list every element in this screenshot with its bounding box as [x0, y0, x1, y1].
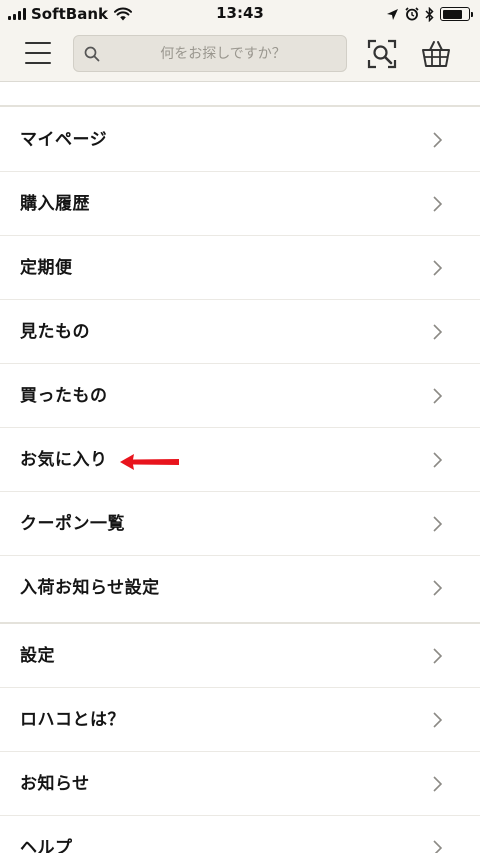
menu-item-label: クーポン一覧 — [20, 514, 125, 534]
status-right — [386, 4, 473, 24]
chevron-right-icon — [433, 776, 442, 792]
chevron-right-icon — [433, 840, 442, 853]
menu-item-label: 設定 — [20, 646, 55, 666]
chevron-right-icon — [433, 712, 442, 728]
menu-item-help[interactable]: ヘルプ — [0, 816, 480, 853]
chevron-right-icon — [433, 452, 442, 468]
status-bar: SoftBank 13:43 — [0, 0, 480, 28]
menu-item-coupons[interactable]: クーポン一覧 — [0, 492, 480, 556]
menu-item-bought[interactable]: 買ったもの — [0, 364, 480, 428]
menu-item-label: 定期便 — [20, 258, 73, 278]
chevron-right-icon — [433, 196, 442, 212]
menu-item-label: お知らせ — [20, 774, 90, 794]
menu-item-settings[interactable]: 設定 — [0, 624, 480, 688]
menu-item-label: 見たもの — [20, 322, 90, 342]
chevron-right-icon — [433, 388, 442, 404]
menu-item-label: 買ったもの — [20, 386, 108, 406]
chevron-right-icon — [433, 580, 442, 596]
chevron-right-icon — [433, 132, 442, 148]
cart-basket-icon[interactable] — [420, 38, 452, 70]
secondary-menu-list: 設定 ロハコとは？ お知らせ ヘルプ — [0, 622, 480, 853]
menu-item-viewed[interactable]: 見たもの — [0, 300, 480, 364]
menu-item-label: ロハコとは？ — [20, 710, 125, 730]
scan-search-icon[interactable] — [366, 38, 398, 70]
menu-item-mypage[interactable]: マイページ — [0, 108, 480, 172]
chevron-right-icon — [433, 648, 442, 664]
menu-item-label: 購入履歴 — [20, 194, 90, 214]
menu-item-label: ヘルプ — [20, 838, 73, 853]
menu-item-favorites[interactable]: お気に入り — [0, 428, 480, 492]
search-icon — [84, 46, 100, 62]
alarm-icon — [405, 7, 419, 21]
chevron-right-icon — [433, 324, 442, 340]
menu-item-subscription[interactable]: 定期便 — [0, 236, 480, 300]
chevron-right-icon — [433, 516, 442, 532]
menu-item-restock-notice[interactable]: 入荷お知らせ設定 — [0, 556, 480, 620]
annotation-arrow-icon — [120, 454, 179, 470]
location-arrow-icon — [387, 8, 398, 20]
menu-item-notices[interactable]: お知らせ — [0, 752, 480, 816]
bluetooth-icon — [425, 6, 434, 22]
menu-item-label: お気に入り — [20, 450, 108, 470]
menu-item-label: マイページ — [20, 130, 108, 150]
menu-item-purchase-history[interactable]: 購入履歴 — [0, 172, 480, 236]
primary-menu-list: マイページ 購入履歴 定期便 見たもの 買ったもの お気に入り クーポン一覧 入… — [0, 108, 480, 620]
battery-icon — [440, 7, 473, 21]
menu-item-about[interactable]: ロハコとは？ — [0, 688, 480, 752]
header-spacer — [0, 82, 480, 107]
search-input[interactable] — [108, 36, 338, 71]
app-header — [0, 28, 480, 82]
menu-item-label: 入荷お知らせ設定 — [20, 578, 160, 598]
search-bar[interactable] — [73, 35, 347, 72]
hamburger-menu-icon[interactable] — [25, 42, 51, 64]
chevron-right-icon — [433, 260, 442, 276]
